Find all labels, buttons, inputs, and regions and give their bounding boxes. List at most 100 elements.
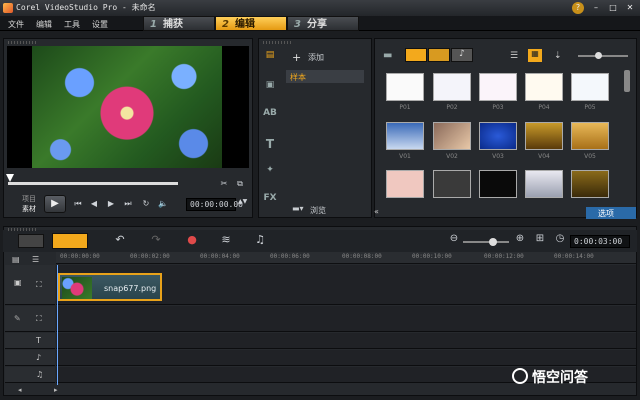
title-track[interactable]	[56, 333, 636, 349]
previous-frame-icon[interactable]: ◀	[88, 199, 100, 209]
title-track-icon[interactable]: T	[36, 336, 41, 345]
browse-button[interactable]: 浏览	[310, 205, 326, 216]
menu-file[interactable]: 文件	[8, 19, 24, 30]
project-duration-icon[interactable]: ◷	[552, 233, 568, 244]
preview-timecode[interactable]: 00:00:00.00	[186, 198, 243, 211]
overlay-track-icon[interactable]: ✎	[14, 314, 21, 323]
voice-track-header[interactable]	[5, 350, 55, 366]
collapse-left-icon[interactable]: «	[374, 207, 384, 217]
thumb-v02[interactable]	[433, 122, 471, 150]
overlay-track[interactable]	[56, 306, 636, 332]
zoom-out-icon[interactable]: ⊖	[446, 233, 462, 244]
folder-item-sample[interactable]: 样本	[286, 70, 364, 83]
thumb-v05[interactable]	[571, 122, 609, 150]
menu-tools[interactable]: 工具	[64, 19, 80, 30]
tab-capture[interactable]: 1 捕获	[143, 16, 215, 31]
zoom-slider[interactable]	[463, 241, 509, 243]
thumb-v01[interactable]	[386, 122, 424, 150]
video-track-header[interactable]	[5, 265, 55, 305]
timeline-view-icon[interactable]	[52, 233, 88, 249]
playhead-line[interactable]	[57, 265, 58, 385]
next-frame-icon[interactable]: ▶	[105, 199, 117, 209]
filter-icon[interactable]: ✦	[262, 165, 278, 179]
zoom-knob[interactable]	[489, 238, 497, 246]
tab-edit[interactable]: 2 编辑	[215, 16, 287, 31]
add-icon[interactable]: +	[292, 51, 301, 64]
sort-icon[interactable]: ⇣	[554, 51, 562, 61]
sound-mixer-icon[interactable]: ≋	[218, 233, 234, 246]
chapter-icon[interactable]: ☰	[32, 255, 39, 264]
play-button[interactable]: ▶	[44, 195, 66, 213]
voice-track[interactable]	[56, 350, 636, 366]
graphic-icon[interactable]: AB	[262, 108, 278, 122]
folder-icon[interactable]: ▬	[383, 50, 392, 61]
scrub-bar[interactable]	[8, 182, 178, 185]
enlarge-icon[interactable]: ⧉	[234, 179, 246, 189]
timecode-spinner-icon[interactable]: ▲▼	[238, 197, 247, 207]
help-icon[interactable]: ?	[572, 2, 584, 14]
panel-grip[interactable]	[263, 41, 293, 44]
library-scrollbar[interactable]	[624, 70, 630, 92]
thumb-v08[interactable]	[479, 170, 517, 198]
list-view-icon[interactable]: ☰	[510, 51, 518, 61]
menu-settings[interactable]: 设置	[92, 19, 108, 30]
thumb-v03[interactable]	[479, 122, 517, 150]
thumb-p01[interactable]	[386, 73, 424, 101]
title-track-header[interactable]	[5, 333, 55, 349]
overlay-ripple-icon[interactable]: ⛶	[36, 314, 42, 324]
show-audio-toggle[interactable]: ♪	[451, 48, 473, 62]
thumb-p03[interactable]	[479, 73, 517, 101]
home-icon[interactable]: ⏮	[72, 199, 84, 209]
media-icon[interactable]: ▤	[262, 50, 278, 64]
volume-icon[interactable]: 🔈	[157, 199, 169, 209]
scroll-left-icon[interactable]: ◂	[18, 386, 22, 394]
thumb-v10[interactable]	[571, 170, 609, 198]
ripple-edit-icon[interactable]: ⛶	[36, 280, 42, 290]
thumb-v09[interactable]	[525, 170, 563, 198]
music-track-icon[interactable]: ♫	[36, 370, 43, 379]
fit-project-icon[interactable]: ⊞	[532, 233, 548, 244]
project-timecode[interactable]: 0:00:03:00	[570, 235, 630, 248]
thumb-p04[interactable]	[525, 73, 563, 101]
minimize-button[interactable]: –	[590, 2, 602, 14]
thumb-p05[interactable]	[571, 73, 609, 101]
panel-grip[interactable]	[8, 228, 38, 231]
voice-track-icon[interactable]: ♪	[36, 353, 41, 362]
zoom-in-icon[interactable]: ⊕	[512, 233, 528, 244]
undo-icon[interactable]: ↶	[112, 233, 128, 246]
trim-icon[interactable]: ✂	[218, 179, 230, 189]
thumbnail-size-slider[interactable]	[578, 55, 628, 57]
redo-icon[interactable]: ↷	[148, 233, 164, 246]
thumb-p02[interactable]	[433, 73, 471, 101]
scroll-right-icon[interactable]: ▸	[54, 386, 58, 394]
add-folder-button[interactable]: 添加	[308, 52, 324, 63]
menu-edit[interactable]: 编辑	[36, 19, 52, 30]
tab-share[interactable]: 3 分享	[287, 16, 359, 31]
thumb-v06[interactable]	[386, 170, 424, 198]
maximize-button[interactable]: □	[607, 2, 619, 14]
transition-icon[interactable]: ▣	[262, 80, 278, 94]
thumb-v07[interactable]	[433, 170, 471, 198]
close-button[interactable]: ✕	[624, 2, 636, 14]
record-capture-icon[interactable]: ●	[184, 233, 200, 246]
auto-music-icon[interactable]: ♫	[252, 233, 268, 246]
repeat-icon[interactable]: ↻	[140, 199, 152, 209]
panel-grip[interactable]	[8, 41, 38, 44]
show-videos-toggle[interactable]	[405, 48, 427, 62]
video-track-icon[interactable]: ▣	[14, 278, 22, 287]
storyboard-view-icon[interactable]	[18, 234, 44, 248]
browse-icon[interactable]: ▬▾	[292, 204, 304, 213]
thumb-v04[interactable]	[525, 122, 563, 150]
title-icon[interactable]: T	[262, 137, 278, 151]
show-photos-toggle[interactable]	[428, 48, 450, 62]
mode-clip[interactable]: 素材	[22, 204, 36, 214]
overlay-track-header[interactable]	[5, 306, 55, 332]
track-manager-icon[interactable]: ▤	[12, 255, 20, 264]
mode-project[interactable]: 项目	[22, 194, 36, 204]
end-icon[interactable]: ⏭	[122, 199, 134, 209]
fx-icon[interactable]: FX	[262, 193, 278, 207]
options-button[interactable]: 选项	[586, 207, 636, 219]
slider-knob[interactable]	[595, 52, 602, 59]
music-track-header[interactable]	[5, 367, 55, 383]
thumbnail-view-icon[interactable]: ▦	[528, 49, 542, 62]
